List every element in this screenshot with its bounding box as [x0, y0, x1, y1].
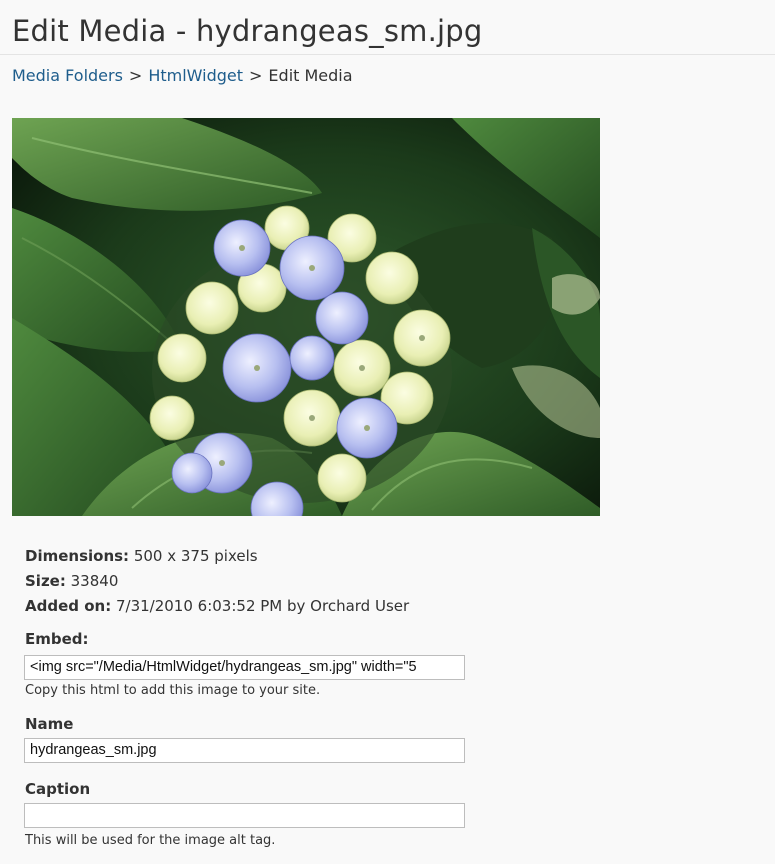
name-label: Name [25, 715, 74, 733]
caption-hint: This will be used for the image alt tag. [25, 833, 276, 848]
added-on-label: Added on: [25, 597, 112, 615]
dimensions-value: 500 x 375 pixels [133, 547, 258, 565]
hydrangea-photo [12, 118, 600, 516]
media-preview-image [12, 118, 600, 516]
breadcrumb-media-folders-link[interactable]: Media Folders [12, 66, 123, 85]
breadcrumb-current: Edit Media [268, 66, 353, 85]
added-on-row: Added on: 7/31/2010 6:03:52 PM by Orchar… [25, 594, 475, 619]
embed-field[interactable]: <img src="/Media/HtmlWidget/hydrangeas_s… [24, 655, 465, 680]
page-title: Edit Media - hydrangeas_sm.jpg [12, 14, 483, 48]
name-input[interactable]: hydrangeas_sm.jpg [24, 738, 465, 763]
caption-input[interactable] [24, 803, 465, 828]
size-value: 33840 [70, 572, 119, 590]
breadcrumb-separator: > [249, 66, 263, 85]
breadcrumb: Media Folders > HtmlWidget > Edit Media [12, 66, 353, 85]
breadcrumb-separator: > [128, 66, 143, 85]
media-details: Dimensions: 500 x 375 pixels Size: 33840… [25, 544, 475, 619]
size-row: Size: 33840 [25, 569, 475, 594]
embed-label: Embed: [25, 630, 89, 648]
size-label: Size: [25, 572, 66, 590]
breadcrumb-htmlwidget-link[interactable]: HtmlWidget [148, 66, 243, 85]
title-divider [0, 54, 775, 55]
dimensions-row: Dimensions: 500 x 375 pixels [25, 544, 475, 569]
embed-hint: Copy this html to add this image to your… [25, 683, 321, 698]
dimensions-label: Dimensions: [25, 547, 130, 565]
added-on-value: 7/31/2010 6:03:52 PM by Orchard User [115, 597, 410, 615]
caption-label: Caption [25, 780, 91, 798]
